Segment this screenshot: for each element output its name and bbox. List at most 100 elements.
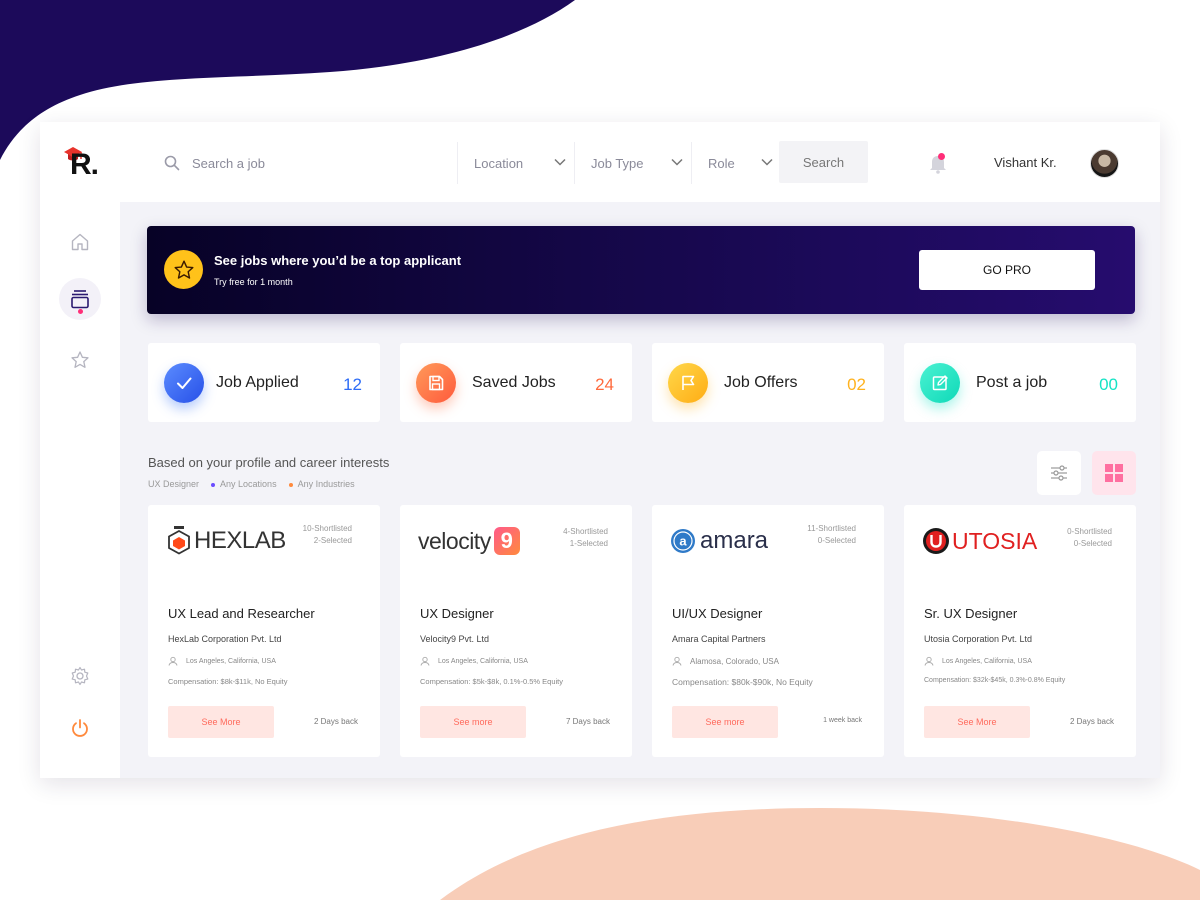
top-bar: R. Location Job Type Role Search Vish [40, 122, 1160, 202]
stat-card-saved-jobs[interactable]: Saved Jobs 24 [400, 343, 632, 422]
sidebar [40, 202, 120, 778]
tag-industry: Any Industries [288, 479, 355, 489]
brand-logo[interactable]: R. [62, 144, 106, 182]
job-card[interactable]: a amara 11-Shortlisted 0-Selected UI/UX … [652, 505, 884, 757]
save-icon [416, 363, 456, 403]
stat-value: 02 [847, 375, 866, 394]
stat-label: Job Offers [724, 374, 798, 391]
filter-sliders-icon [1051, 465, 1067, 481]
see-more-button[interactable]: See more [672, 706, 778, 738]
sidebar-item-logout[interactable] [68, 716, 92, 740]
filter-button[interactable] [1037, 451, 1081, 495]
see-more-button[interactable]: See more [420, 706, 526, 738]
search-button[interactable]: Search [779, 141, 868, 183]
power-icon [72, 719, 88, 737]
company-logo: a amara [670, 519, 768, 563]
selected-count: 1-Selected [569, 539, 608, 548]
see-more-button[interactable]: See More [924, 706, 1030, 738]
location-dropdown-label: Location [474, 155, 524, 171]
settings-icon [71, 666, 89, 686]
job-type-dropdown-label: Job Type [591, 155, 644, 171]
sidebar-item-settings[interactable] [68, 664, 92, 688]
grid-view-button[interactable] [1092, 451, 1136, 495]
job-company: Velocity9 Pvt. Ltd [420, 634, 490, 644]
role-dropdown-label: Role [708, 155, 735, 171]
company-logo-text: UTOSIA [952, 527, 1038, 554]
job-compensation: Compensation: $80k-$90k, No Equity [672, 677, 813, 687]
amara-logo-icon: a [671, 529, 695, 553]
job-title: Sr. UX Designer [924, 606, 1018, 621]
sidebar-item-home[interactable] [68, 230, 92, 254]
location-dropdown[interactable]: Location [457, 142, 567, 184]
stat-card-post-a-job[interactable]: Post a job 00 [904, 343, 1136, 422]
sidebar-item-favorites[interactable] [68, 348, 92, 372]
banner-subtitle: Try free for 1 month [214, 277, 293, 287]
company-logo: UTOSIA [922, 519, 1037, 563]
company-logo-text: amara [700, 527, 769, 554]
job-card[interactable]: UTOSIA 0-Shortlisted 0-Selected Sr. UX D… [904, 505, 1136, 757]
chevron-down-icon [554, 158, 566, 166]
stat-label: Saved Jobs [472, 374, 556, 391]
see-more-button[interactable]: See More [168, 706, 274, 738]
company-logo-text: HEXLAB [194, 527, 286, 554]
job-compensation: Compensation: $32k-$45k, 0.3%-0.8% Equit… [924, 677, 1066, 684]
avatar[interactable] [1090, 149, 1119, 178]
job-posted-time: 7 Days back [565, 717, 610, 726]
logo-text: R. [70, 148, 99, 181]
job-title: UX Designer [420, 606, 494, 621]
app-window: R. Location Job Type Role Search Vish [40, 122, 1160, 778]
banner-star-badge [164, 250, 203, 289]
company-logo-badge: 9 [493, 527, 520, 555]
job-location: Alamosa, Colorado, USA [672, 656, 779, 666]
selected-count: 0-Selected [1073, 539, 1112, 548]
tag-role: UX Designer [148, 479, 200, 489]
utosia-logo-icon [923, 528, 949, 554]
sidebar-item-jobs[interactable] [68, 287, 92, 311]
stat-label: Job Applied [216, 374, 299, 391]
shortlisted-count: 4-Shortlisted [563, 527, 608, 536]
job-stats: 11-Shortlisted 0-Selected [807, 523, 856, 547]
role-dropdown[interactable]: Role [691, 142, 774, 184]
recommendations-title: Based on your profile and career interes… [148, 455, 390, 470]
location-pin-icon [420, 656, 430, 666]
job-stats: 4-Shortlisted 1-Selected [563, 526, 608, 550]
location-pin-icon [672, 656, 682, 666]
shortlisted-count: 10-Shortlisted [302, 524, 352, 533]
job-stats: 0-Shortlisted 0-Selected [1067, 526, 1112, 550]
stat-value: 12 [343, 375, 362, 394]
search-input[interactable] [192, 155, 432, 171]
sidebar-active-dot [78, 309, 83, 314]
job-compensation: Compensation: $8k-$11k, No Equity [168, 677, 288, 686]
job-company: Utosia Corporation Pvt. Ltd [924, 634, 1033, 644]
recommendation-tags: UX Designer Any Locations Any Industries [148, 479, 355, 489]
job-stats: 10-Shortlisted 2-Selected [303, 523, 352, 547]
job-location: Los Angeles, California, USA [924, 656, 1032, 666]
job-type-dropdown[interactable]: Job Type [574, 142, 684, 184]
jobs-icon [71, 290, 89, 309]
company-logo: velocity 9 [418, 519, 520, 563]
star-icon [173, 259, 194, 279]
stat-card-job-applied[interactable]: Job Applied 12 [148, 343, 380, 422]
stat-card-job-offers[interactable]: Job Offers 02 [652, 343, 884, 422]
stat-label: Post a job [976, 374, 1048, 391]
company-logo-text: velocity [418, 527, 491, 554]
job-posted-time: 1 week back [823, 717, 862, 724]
job-card[interactable]: velocity 9 4-Shortlisted 1-Selected UX D… [400, 505, 632, 757]
home-icon [71, 233, 89, 251]
job-company: Amara Capital Partners [672, 634, 766, 644]
svg-text:a: a [679, 534, 687, 549]
job-company: HexLab Corporation Pvt. Ltd [168, 634, 282, 644]
search-box[interactable] [164, 152, 444, 174]
job-posted-time: 2 Days back [313, 717, 358, 726]
location-pin-icon [168, 656, 178, 666]
job-card[interactable]: HEXLAB 10-Shortlisted 2-Selected UX Lead… [148, 505, 380, 757]
star-icon [71, 351, 89, 368]
job-location: Los Angeles, California, USA [168, 656, 276, 666]
selected-count: 2-Selected [313, 536, 352, 545]
chevron-down-icon [671, 158, 683, 166]
chevron-down-icon [761, 158, 773, 166]
user-name[interactable]: Vishant Kr. [994, 155, 1057, 170]
go-pro-button[interactable]: GO PRO [919, 250, 1095, 290]
company-logo: HEXLAB [166, 519, 286, 563]
banner-title: See jobs where you’d be a top applicant [214, 253, 462, 268]
